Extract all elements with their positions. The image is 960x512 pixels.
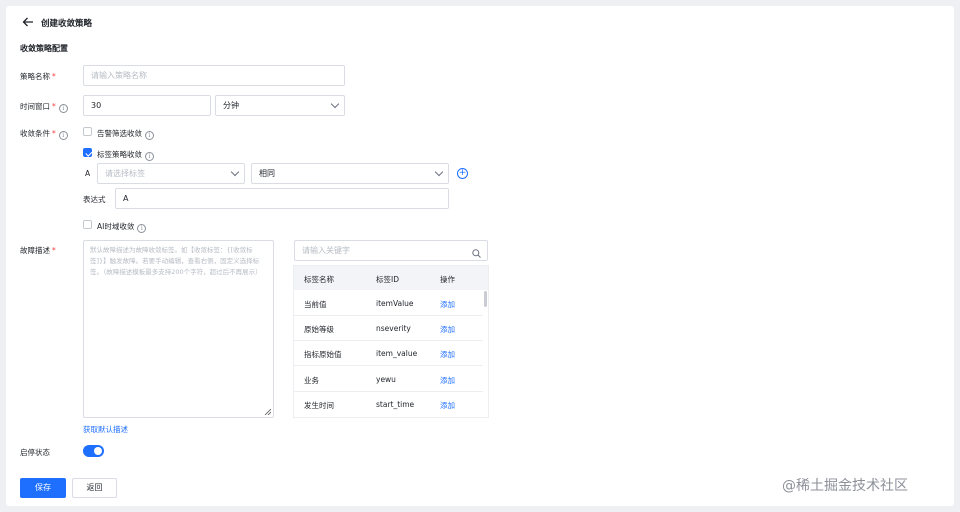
chevron-down-icon xyxy=(434,167,444,177)
tag-table-header: 标签名称 标签ID 操作 xyxy=(294,266,488,290)
section-title: 收敛策略配置 xyxy=(20,44,68,53)
chevron-down-icon xyxy=(330,99,340,109)
add-condition-icon[interactable]: + xyxy=(457,168,468,179)
chevron-down-icon xyxy=(230,167,240,177)
table-scrollbar[interactable] xyxy=(484,291,487,307)
enable-status-toggle[interactable] xyxy=(83,445,104,457)
info-icon[interactable]: i xyxy=(58,131,68,140)
info-icon[interactable]: i xyxy=(145,131,154,140)
tag-strategy-checkbox[interactable] xyxy=(83,148,92,157)
table-row: 发生时间 start_time 添加 xyxy=(304,400,455,411)
conditions-label: 收敛条件 * i xyxy=(20,128,68,140)
expression-input[interactable]: A xyxy=(115,188,449,209)
tag-search-input[interactable]: 请输入关键字 xyxy=(294,240,488,261)
search-icon[interactable] xyxy=(472,246,481,258)
alarm-filter-checkbox[interactable] xyxy=(83,127,92,136)
tag-strategy-label: 标签策略收敛 i xyxy=(97,149,154,161)
page-title: 创建收敛策略 xyxy=(41,19,93,29)
resize-handle-icon[interactable] xyxy=(264,408,272,416)
table-row: 业务 yewu 添加 xyxy=(294,367,483,392)
col-tag-name: 标签名称 xyxy=(304,275,334,284)
ai-checkbox[interactable] xyxy=(83,220,92,229)
add-tag-button[interactable]: 添加 xyxy=(440,349,455,360)
table-row: 指标原始值 item_value 添加 xyxy=(294,341,483,366)
add-tag-button[interactable]: 添加 xyxy=(440,299,455,310)
table-row: 当前值 itemValue 添加 xyxy=(294,291,483,316)
alarm-filter-label: 告警筛选收敛 i xyxy=(97,128,154,140)
save-button[interactable]: 保存 xyxy=(20,478,66,498)
info-icon[interactable]: i xyxy=(137,224,147,233)
fault-desc-label: 故障描述 * xyxy=(20,246,56,255)
operator-select[interactable]: 相同 xyxy=(251,163,449,184)
add-tag-button[interactable]: 添加 xyxy=(440,324,455,335)
strategy-name-input[interactable]: 请输入策略名称 xyxy=(83,65,345,86)
ai-label: AI时域收敛 i xyxy=(97,221,147,233)
tag-select[interactable]: 请选择标签 xyxy=(97,163,245,184)
back-button[interactable]: 返回 xyxy=(72,478,117,498)
time-window-input[interactable]: 30 xyxy=(83,95,211,116)
time-unit-select[interactable]: 分钟 xyxy=(215,95,345,116)
add-tag-button[interactable]: 添加 xyxy=(440,375,455,386)
get-default-desc-link[interactable]: 获取默认描述 xyxy=(83,424,128,435)
expression-label: 表达式 xyxy=(83,195,106,204)
condition-letter: A xyxy=(85,169,91,178)
strategy-name-label: 策略名称 * xyxy=(20,72,56,81)
col-action: 操作 xyxy=(440,275,455,284)
table-row: 原始等级 nseverity 添加 xyxy=(294,316,483,341)
enable-status-label: 启停状态 xyxy=(20,448,50,457)
watermark: @稀土掘金技术社区 xyxy=(782,478,908,494)
col-tag-id: 标签ID xyxy=(376,275,399,284)
back-icon[interactable] xyxy=(22,16,34,28)
add-tag-button[interactable]: 添加 xyxy=(440,400,455,411)
info-icon[interactable]: i xyxy=(58,104,68,113)
fault-desc-textarea[interactable]: 默认故障描述为故障收敛标签。如【收敛标签：{[收敛标签]}】触发故障。若要手动编… xyxy=(83,240,274,418)
time-window-label: 时间窗口 * i xyxy=(20,101,68,113)
info-icon[interactable]: i xyxy=(145,152,154,161)
